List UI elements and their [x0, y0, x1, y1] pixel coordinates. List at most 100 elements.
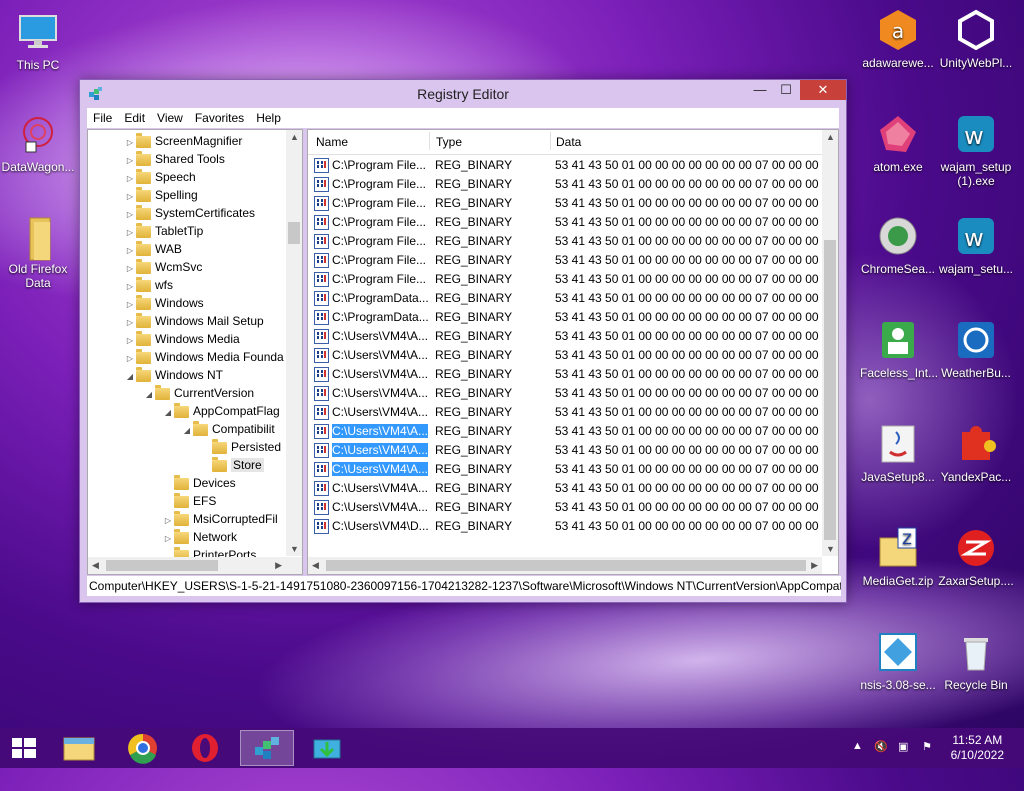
tree-node[interactable]: ▷ WAB [124, 240, 182, 258]
desktop-icon-old-firefox-data[interactable]: Old Firefox Data [0, 214, 76, 290]
desktop-icon-javasetup[interactable]: JavaSetup8... [860, 422, 936, 484]
column-header-data[interactable]: Data [556, 135, 581, 149]
table-row[interactable]: C:\Users\VM4\A... REG_BINARY 53 41 43 50 0… [308, 441, 822, 460]
system-clock[interactable]: 11:52 AM 6/10/2022 [951, 733, 1004, 763]
menu-edit[interactable]: Edit [118, 108, 151, 128]
table-row[interactable]: C:\Program File... REG_BINARY 53 41 43 50 … [308, 156, 822, 175]
menu-help[interactable]: Help [250, 108, 287, 128]
desktop-icon-nsis[interactable]: nsis-3.08-se... [860, 630, 936, 692]
list-vertical-scrollbar[interactable]: ▲ ▼ [822, 130, 838, 556]
desktop-icon-yandexpac[interactable]: YandexPac... [938, 422, 1014, 484]
taskbar-chrome[interactable] [116, 730, 170, 766]
collapse-arrow-icon[interactable]: ◢ [143, 386, 155, 404]
desktop-icon-chromesea[interactable]: ChromeSea... [860, 214, 936, 276]
tree-node[interactable]: ▷ Windows Media Founda [124, 348, 284, 366]
scroll-down-arrow-icon[interactable]: ▼ [826, 544, 835, 554]
taskbar-registry-editor[interactable] [240, 730, 294, 766]
tree-node[interactable]: ▷ Windows Mail Setup [124, 312, 264, 330]
tree-node[interactable]: ▷ Windows Media [124, 330, 240, 348]
tree-node[interactable]: ◢ AppCompatFlag [162, 402, 280, 420]
taskbar-opera[interactable] [178, 730, 232, 766]
table-row[interactable]: C:\Program File... REG_BINARY 53 41 43 50 … [308, 270, 822, 289]
list-horizontal-scrollbar[interactable]: ◀ ▶ [308, 557, 822, 574]
desktop-icon-mediaget[interactable]: Z MediaGet.zip [860, 526, 936, 588]
column-divider[interactable] [550, 132, 551, 150]
taskbar-file-explorer[interactable] [52, 730, 106, 766]
table-row[interactable]: C:\Users\VM4\A... REG_BINARY 53 41 43 50 0… [308, 327, 822, 346]
maximize-button[interactable]: ☐ [773, 80, 799, 100]
show-hidden-icons-chevron-icon[interactable]: ▲ [852, 740, 863, 752]
minimize-button[interactable]: — [747, 80, 773, 100]
tree-node[interactable]: ▷ ScreenMagnifier [124, 132, 242, 150]
scroll-thumb[interactable] [326, 560, 806, 571]
desktop-icon-adawarewe[interactable]: a adawarewe... [860, 8, 936, 70]
tree-node[interactable]: ▷ wfs [124, 276, 173, 294]
tree-horizontal-scrollbar[interactable]: ◀ ▶ [88, 557, 302, 574]
table-row[interactable]: C:\Users\VM4\A... REG_BINARY 53 41 43 50 0… [308, 384, 822, 403]
tree-node[interactable]: ▷ WcmSvc [124, 258, 202, 276]
desktop-icon-this-pc[interactable]: This PC [0, 10, 76, 72]
tree-node[interactable]: ▷ Shared Tools [124, 150, 225, 168]
taskbar-download-app[interactable] [300, 730, 354, 766]
menu-view[interactable]: View [151, 108, 189, 128]
tree-node[interactable]: ▷ Speech [124, 168, 196, 186]
registry-editor-window[interactable]: Registry Editor — ☐ ✕ File Edit View Favori… [79, 79, 847, 603]
collapse-arrow-icon[interactable]: ◢ [181, 422, 193, 440]
tree-node[interactable]: Store [200, 456, 264, 474]
table-row[interactable]: C:\Program File... REG_BINARY 53 41 43 50 … [308, 232, 822, 251]
start-button[interactable] [0, 730, 48, 766]
scroll-thumb[interactable] [824, 240, 836, 540]
menu-file[interactable]: File [87, 108, 118, 128]
desktop-icon-unitywebpl[interactable]: UnityWebPl... [938, 8, 1014, 70]
desktop-icon-wajam-setup[interactable]: w wajam_setu... [938, 214, 1014, 276]
close-button[interactable]: ✕ [800, 80, 846, 100]
table-row[interactable]: C:\Users\VM4\A... REG_BINARY 53 41 43 50 0… [308, 346, 822, 365]
table-row[interactable]: C:\Users\VM4\D... REG_BINARY 53 41 43 50 0… [308, 517, 822, 536]
tree-node[interactable]: ▷ SystemCertificates [124, 204, 255, 222]
table-row[interactable]: C:\Users\VM4\A... REG_BINARY 53 41 43 50 0… [308, 460, 822, 479]
tree-node[interactable]: Persisted [200, 438, 281, 456]
desktop-icon-recycle-bin[interactable]: Recycle Bin [938, 630, 1014, 692]
tree-node[interactable]: ▷ TabletTip [124, 222, 203, 240]
scroll-up-arrow-icon[interactable]: ▲ [826, 132, 835, 142]
table-row[interactable]: C:\Users\VM4\A... REG_BINARY 53 41 43 50 0… [308, 403, 822, 422]
scroll-down-arrow-icon[interactable]: ▼ [290, 544, 299, 554]
table-row[interactable]: C:\ProgramData... REG_BINARY 53 41 43 50 0… [308, 289, 822, 308]
tree-node[interactable]: ◢ Compatibilit [181, 420, 275, 438]
table-row[interactable]: C:\Users\VM4\A... REG_BINARY 53 41 43 50 0… [308, 479, 822, 498]
column-divider[interactable] [429, 132, 430, 150]
menu-favorites[interactable]: Favorites [189, 108, 250, 128]
desktop-icon-weatherbu[interactable]: WeatherBu... [938, 318, 1014, 380]
tree-node[interactable]: ▷ Windows [124, 294, 204, 312]
scroll-thumb[interactable] [288, 222, 300, 244]
table-row[interactable]: C:\ProgramData... REG_BINARY 53 41 43 50 0… [308, 308, 822, 327]
registry-tree[interactable]: ▷ ScreenMagnifier ▷ Shared Tools ▷ Speech ▷ Spe… [87, 129, 303, 575]
collapse-arrow-icon[interactable]: ◢ [124, 368, 136, 386]
action-center-icon[interactable]: ⚑ [922, 740, 932, 753]
scroll-left-arrow-icon[interactable]: ◀ [312, 560, 319, 571]
desktop-icon-wajam-setup-1[interactable]: w wajam_setup (1).exe [938, 112, 1014, 188]
network-icon[interactable]: ▣ [898, 740, 908, 753]
tree-node[interactable]: ▷ MsiCorruptedFil [162, 510, 278, 528]
tree-node[interactable]: Devices [162, 474, 236, 492]
scroll-right-arrow-icon[interactable]: ▶ [275, 560, 282, 571]
table-row[interactable]: C:\Users\VM4\A... REG_BINARY 53 41 43 50 0… [308, 422, 822, 441]
column-header-type[interactable]: Type [436, 135, 462, 149]
table-row[interactable]: C:\Users\VM4\A... REG_BINARY 53 41 43 50 0… [308, 498, 822, 517]
desktop-icon-atom[interactable]: atom.exe [860, 112, 936, 174]
collapse-arrow-icon[interactable]: ◢ [162, 404, 174, 422]
tree-vertical-scrollbar[interactable]: ▲ ▼ [286, 130, 302, 556]
scroll-thumb[interactable] [106, 560, 218, 571]
column-header-name[interactable]: Name [316, 135, 348, 149]
tree-node[interactable]: EFS [162, 492, 216, 510]
scroll-right-arrow-icon[interactable]: ▶ [811, 560, 818, 571]
title-bar[interactable]: Registry Editor — ☐ ✕ [80, 80, 846, 108]
desktop-icon-zaxarsetup[interactable]: ZaxarSetup.... [938, 526, 1014, 588]
volume-muted-icon[interactable]: 🔇 [874, 740, 888, 753]
table-row[interactable]: C:\Program File... REG_BINARY 53 41 43 50 … [308, 251, 822, 270]
table-row[interactable]: C:\Program File... REG_BINARY 53 41 43 50 … [308, 194, 822, 213]
tree-node[interactable]: ▷ Network [162, 528, 237, 546]
table-row[interactable]: C:\Program File... REG_BINARY 53 41 43 50 … [308, 213, 822, 232]
table-row[interactable]: C:\Program File... REG_BINARY 53 41 43 50 … [308, 175, 822, 194]
registry-values-list[interactable]: Name Type Data C:\Program File... REG_BIN… [307, 129, 839, 575]
